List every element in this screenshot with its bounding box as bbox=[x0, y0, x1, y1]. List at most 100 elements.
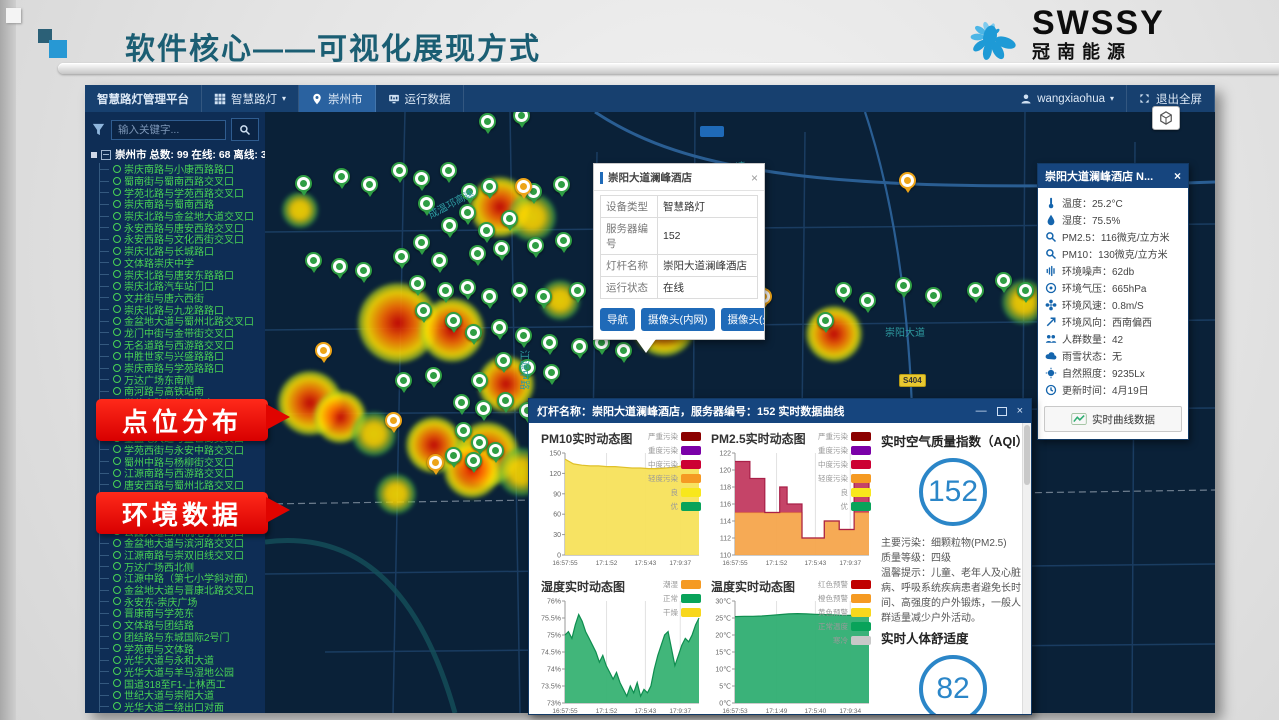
people-icon bbox=[1045, 333, 1057, 345]
map-marker-pin[interactable] bbox=[305, 252, 322, 269]
node-icon bbox=[113, 480, 121, 488]
map-marker-pin[interactable] bbox=[333, 168, 350, 185]
close-icon[interactable]: × bbox=[751, 171, 758, 185]
search-input[interactable] bbox=[111, 120, 226, 140]
node-icon bbox=[113, 212, 121, 220]
map-marker-pin[interactable] bbox=[471, 434, 488, 451]
tree-root-node[interactable]: 崇州市 总数: 99 在线: 68 离线: 31 bbox=[85, 145, 265, 163]
legend-item: 良 bbox=[841, 487, 872, 498]
map-marker-pin[interactable] bbox=[295, 175, 312, 192]
map-marker-pin[interactable] bbox=[479, 113, 496, 130]
map-marker-pin[interactable] bbox=[1017, 282, 1034, 299]
map-marker-pin[interactable] bbox=[501, 210, 518, 227]
camera-external-button[interactable]: 摄像头(外网) bbox=[721, 308, 765, 331]
map-marker-pin[interactable] bbox=[437, 282, 454, 299]
map-marker-pin[interactable] bbox=[967, 282, 984, 299]
map-marker-pin[interactable] bbox=[415, 302, 432, 319]
legend-item: 优 bbox=[671, 501, 702, 512]
map-marker-pin[interactable] bbox=[385, 412, 402, 429]
svg-text:17:9:37: 17:9:37 bbox=[839, 560, 861, 567]
close-button[interactable]: × bbox=[1017, 405, 1023, 417]
map-marker-pin[interactable] bbox=[527, 237, 544, 254]
map-marker-pin[interactable] bbox=[445, 447, 462, 464]
tree-item[interactable]: 光华大道二绕出口对面 bbox=[100, 701, 265, 713]
tree-collapse-icon[interactable] bbox=[101, 150, 111, 160]
map-marker-pin[interactable] bbox=[535, 288, 552, 305]
map-marker-pin[interactable] bbox=[859, 292, 876, 309]
camera-internal-button[interactable]: 摄像头(内网) bbox=[641, 308, 715, 331]
map-marker-pin[interactable] bbox=[459, 279, 476, 296]
map-marker-pin[interactable] bbox=[445, 312, 462, 329]
map-marker-pin[interactable] bbox=[461, 183, 478, 200]
map-marker-pin[interactable] bbox=[487, 442, 504, 459]
user-menu[interactable]: wangxiaohua ▾ bbox=[1008, 85, 1127, 112]
map-marker-pin[interactable] bbox=[555, 232, 572, 249]
map-marker-pin[interactable] bbox=[395, 372, 412, 389]
map-marker-pin[interactable] bbox=[431, 252, 448, 269]
map-marker-pin[interactable] bbox=[895, 277, 912, 294]
nav-tab-streetlights[interactable]: 智慧路灯▾ bbox=[202, 85, 299, 112]
restore-button[interactable] bbox=[997, 407, 1007, 416]
svg-text:20℃: 20℃ bbox=[715, 633, 731, 640]
panel-titlebar[interactable]: 灯杆名称：崇阳大道澜峰酒店，服务器编号：152 实时数据曲线 — × bbox=[529, 399, 1031, 423]
map-marker-pin[interactable] bbox=[425, 367, 442, 384]
map-marker-pin[interactable] bbox=[543, 364, 560, 381]
map-marker-pin[interactable] bbox=[471, 372, 488, 389]
map-marker-pin[interactable] bbox=[519, 359, 536, 376]
search-button[interactable] bbox=[231, 118, 259, 141]
map-marker-pin[interactable] bbox=[835, 282, 852, 299]
map-marker-pin[interactable] bbox=[475, 400, 492, 417]
map-marker-pin[interactable] bbox=[478, 222, 495, 239]
map-marker-pin[interactable] bbox=[393, 248, 410, 265]
map-marker-pin[interactable] bbox=[481, 178, 498, 195]
map-marker-pin[interactable] bbox=[925, 287, 942, 304]
aqi-column: 实时空气质量指数（AQI） 152 主要污染：细颗粒物(PM2.5)质量等级：四… bbox=[877, 427, 1027, 714]
map-marker-pin[interactable] bbox=[481, 288, 498, 305]
map-marker-pin[interactable] bbox=[455, 422, 472, 439]
close-icon[interactable]: × bbox=[1174, 169, 1181, 183]
map-marker-pin[interactable] bbox=[355, 262, 372, 279]
map-marker-pin[interactable] bbox=[511, 282, 528, 299]
map-marker-pin[interactable] bbox=[491, 319, 508, 336]
map-marker-pin[interactable] bbox=[315, 342, 332, 359]
panel-scrollbar[interactable] bbox=[1022, 423, 1031, 714]
map-marker-pin[interactable] bbox=[515, 178, 532, 195]
map-marker-pin[interactable] bbox=[331, 258, 348, 275]
minimize-button[interactable]: — bbox=[976, 405, 987, 417]
map-marker-pin[interactable] bbox=[441, 217, 458, 234]
map-marker-pin[interactable] bbox=[817, 312, 834, 329]
map-marker-pin[interactable] bbox=[465, 324, 482, 341]
map-marker-pin[interactable] bbox=[515, 327, 532, 344]
map-marker-pin[interactable] bbox=[497, 392, 514, 409]
map-marker-pin[interactable] bbox=[995, 272, 1012, 289]
map-marker-pin[interactable] bbox=[391, 162, 408, 179]
realtime-curve-button[interactable]: 实时曲线数据 bbox=[1044, 406, 1182, 432]
map-marker-pin[interactable] bbox=[361, 176, 378, 193]
map-marker-pin[interactable] bbox=[409, 275, 426, 292]
map-marker-pin[interactable] bbox=[427, 454, 444, 471]
map-marker-pin[interactable] bbox=[553, 176, 570, 193]
nav-tab-chongzhou[interactable]: 崇州市 bbox=[299, 85, 376, 112]
map-marker-pin[interactable] bbox=[493, 240, 510, 257]
map-marker-pin[interactable] bbox=[899, 172, 916, 189]
map-marker-pin[interactable] bbox=[615, 342, 632, 359]
aqi-value-circle: 152 bbox=[919, 458, 987, 526]
nav-tab-run-data[interactable]: 运行数据 bbox=[376, 85, 464, 112]
map-marker-pin[interactable] bbox=[413, 234, 430, 251]
map-marker-pin[interactable] bbox=[469, 245, 486, 262]
map-marker-pin[interactable] bbox=[440, 162, 457, 179]
map-layers-button[interactable] bbox=[1152, 106, 1180, 130]
legend-swatch bbox=[681, 460, 701, 469]
filter-icon[interactable] bbox=[91, 122, 106, 137]
map-marker-pin[interactable] bbox=[571, 338, 588, 355]
map-marker-pin[interactable] bbox=[541, 334, 558, 351]
panel-title: 灯杆名称：崇阳大道澜峰酒店，服务器编号：152 实时数据曲线 bbox=[537, 403, 976, 419]
map-marker-pin[interactable] bbox=[459, 204, 476, 221]
map-marker-pin[interactable] bbox=[495, 352, 512, 369]
map-marker-pin[interactable] bbox=[413, 170, 430, 187]
map-marker-pin[interactable] bbox=[453, 394, 470, 411]
map-marker-pin[interactable] bbox=[418, 195, 435, 212]
map-marker-pin[interactable] bbox=[465, 452, 482, 469]
navigate-button[interactable]: 导航 bbox=[600, 308, 635, 331]
map-marker-pin[interactable] bbox=[569, 282, 586, 299]
